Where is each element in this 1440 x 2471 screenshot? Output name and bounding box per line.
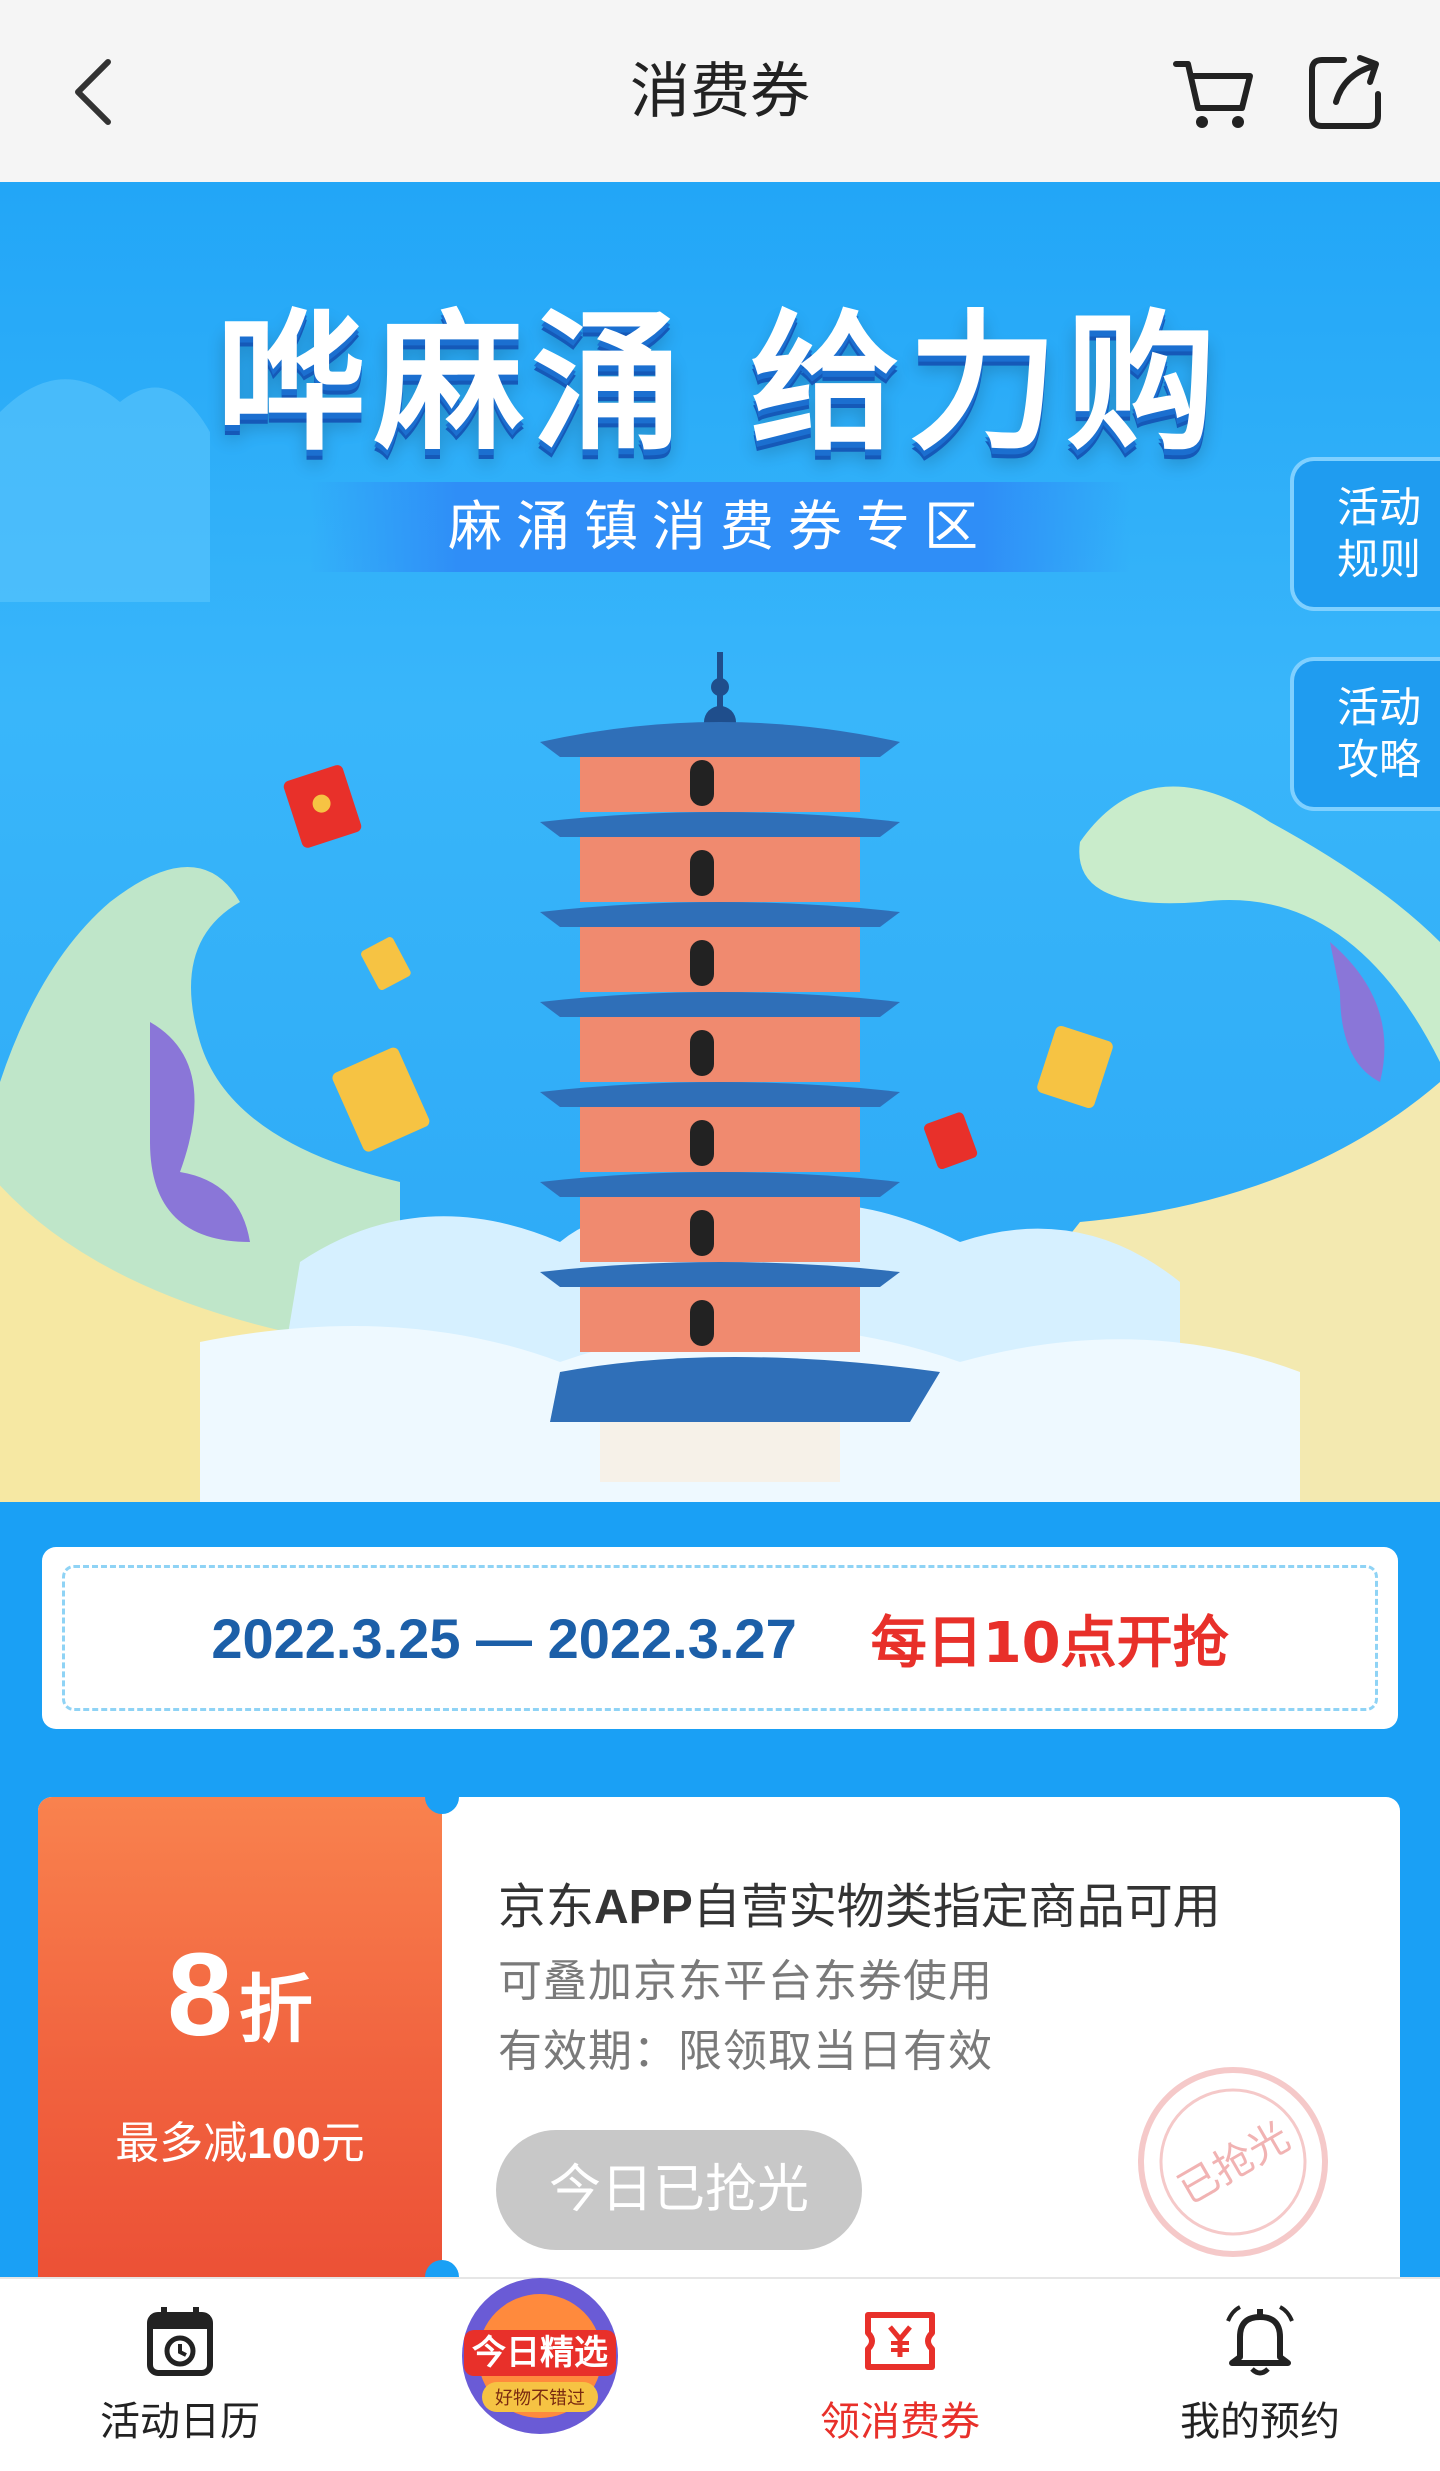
activity-guide-line1: 活动 (1336, 683, 1421, 732)
share-icon[interactable] (1300, 48, 1390, 138)
coupon-title: 京东APP自营实物类指定商品可用 (498, 1867, 1221, 1937)
tab-get-coupons[interactable]: 领消费券 (750, 2279, 1050, 2471)
bottom-tab-bar: 活动日历 领消费券 我的预约 (0, 2277, 1440, 2471)
discount-value: 8 (167, 1929, 233, 2061)
max-discount-amount: 100 (247, 2119, 321, 2168)
activity-rules-tab[interactable]: 活动 规则 (1290, 457, 1440, 611)
event-date-frame: 2022.3.25 — 2022.3.27 每日10点开抢 (62, 1565, 1378, 1711)
cart-icon[interactable] (1168, 50, 1258, 140)
sold-out-stamp: 已抢光 (1138, 2067, 1328, 2257)
event-start-time: 每日10点开抢 (870, 1610, 1229, 1676)
todays-picks-title: 今日精选 (472, 2333, 608, 2373)
coupon-stacking-note: 可叠加京东平台东券使用 (498, 1956, 993, 2007)
banner-subtitle: 麻涌镇消费券专区 (448, 495, 992, 558)
banner-headline: 哗麻涌 给力购 (215, 297, 1225, 471)
event-date-range: 2022.3.25 — 2022.3.27 (211, 1606, 797, 1670)
calendar-icon (147, 2307, 213, 2376)
coupon-title-prefix: 京东 (498, 1879, 595, 1935)
coupon-yen-icon (865, 2312, 935, 2370)
tab-activity-calendar-label: 活动日历 (100, 2399, 260, 2445)
tab-activity-calendar[interactable]: 活动日历 (30, 2279, 330, 2471)
tab-my-bookings[interactable]: 我的预约 (1110, 2279, 1410, 2471)
hero-banner: 哗麻涌 给力购 麻涌镇消费券专区 活动 规则 活动 攻略 (0, 182, 1440, 1502)
activity-rules-line2: 规则 (1336, 535, 1421, 584)
sold-out-stamp-text: 已抢光 (1171, 2114, 1298, 2214)
sold-out-button[interactable]: 今日已抢光 (496, 2130, 862, 2250)
activity-guide-tab[interactable]: 活动 攻略 (1290, 657, 1440, 811)
coupon-validity: 有效期：限领取当日有效 (498, 2026, 993, 2077)
activity-rules-line1: 活动 (1336, 483, 1421, 532)
activity-guide-line2: 攻略 (1336, 735, 1421, 784)
max-discount-suffix: 元 (320, 2118, 365, 2169)
max-discount-prefix: 最多减 (115, 2118, 248, 2169)
coupon-card: 8折 最多减100元 京东APP自营实物类指定商品可用 可叠加京东平台东券使用 … (38, 1797, 1400, 2277)
top-navigation-bar: 消费券 (0, 0, 1440, 182)
tab-get-coupons-label: 领消费券 (820, 2399, 980, 2445)
coupon-title-suffix: 自营实物类指定商品可用 (692, 1879, 1221, 1935)
todays-picks-badge[interactable]: 今日精选 好物不错过 (448, 2268, 632, 2448)
todays-picks-subtitle: 好物不错过 (495, 2388, 585, 2409)
coupon-discount: 8折 (38, 1927, 442, 2063)
banner-subtitle-ribbon: 麻涌镇消费券专区 (310, 482, 1130, 572)
tab-my-bookings-label: 我的预约 (1180, 2399, 1340, 2445)
max-discount: 最多减100元 (38, 2107, 442, 2171)
coupon-title-bold: APP (594, 1881, 693, 1934)
discount-unit: 折 (238, 1967, 313, 2053)
event-date-card: 2022.3.25 — 2022.3.27 每日10点开抢 (42, 1547, 1398, 1729)
bell-icon (1226, 2305, 1294, 2376)
coupon-discount-panel: 8折 最多减100元 (38, 1797, 442, 2277)
